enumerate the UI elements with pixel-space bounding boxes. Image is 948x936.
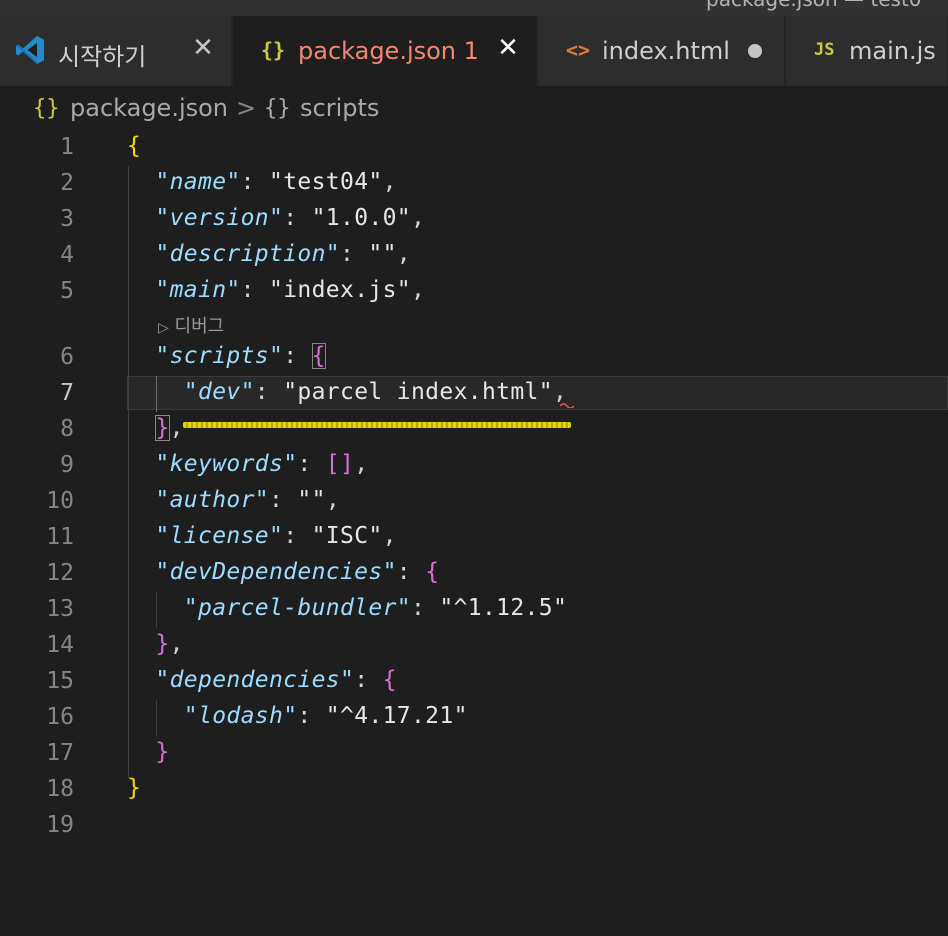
line-number: 8 bbox=[60, 416, 74, 442]
debug-codelens-label: 디버그 bbox=[174, 316, 225, 337]
line-number: 2 bbox=[60, 170, 74, 196]
line-number: 16 bbox=[46, 704, 74, 730]
object-braces-icon: {} bbox=[264, 96, 291, 121]
line-number: 1 bbox=[60, 134, 74, 160]
line-number: 9 bbox=[60, 452, 74, 478]
code-line-14: }, bbox=[155, 631, 184, 657]
tab-label-welcome: 시작하기 bbox=[58, 43, 147, 71]
line-number: 3 bbox=[60, 206, 74, 232]
editor-tab-bar: 시작하기 ✕ {} package.json 1 ✕ <> index.html… bbox=[0, 16, 948, 86]
tab-main-js[interactable]: JS main.js bbox=[786, 16, 948, 86]
code-line-13: "parcel-bundler": "^1.12.5" bbox=[183, 595, 568, 621]
json-braces-icon: {} bbox=[261, 38, 286, 62]
play-triangle-icon: ▷ bbox=[158, 320, 169, 336]
code-line-2: "name": "test04", bbox=[155, 169, 397, 195]
window-title: package.json — test0 bbox=[706, 0, 922, 11]
line-number: 4 bbox=[60, 242, 74, 268]
line-number: 17 bbox=[46, 740, 74, 766]
code-line-17: } bbox=[155, 739, 170, 765]
breadcrumb-separator: > bbox=[236, 94, 257, 122]
line-number: 11 bbox=[46, 524, 74, 550]
code-line-1: { bbox=[127, 133, 142, 159]
debug-codelens[interactable]: ▷ 디버그 bbox=[158, 312, 224, 338]
code-line-15: "dependencies": { bbox=[155, 667, 397, 693]
code-line-9: "keywords": [], bbox=[155, 451, 369, 477]
code-line-11: "license": "ISC", bbox=[155, 523, 397, 549]
json-braces-icon: {} bbox=[33, 96, 60, 121]
code-line-7: "dev": "parcel index.html", bbox=[183, 379, 568, 405]
tab-label-index-html: index.html bbox=[602, 37, 730, 65]
title-bar: package.json — test0 bbox=[0, 0, 948, 16]
tab-label-main-js: main.js bbox=[849, 37, 936, 65]
tab-package-json[interactable]: {} package.json 1 ✕ bbox=[233, 16, 537, 86]
line-number: 5 bbox=[60, 278, 74, 304]
close-icon[interactable]: ✕ bbox=[190, 35, 216, 61]
line-number: 13 bbox=[46, 596, 74, 622]
close-icon[interactable]: ✕ bbox=[495, 35, 521, 61]
code-line-18: } bbox=[127, 775, 142, 801]
code-editor[interactable]: 1 2 3 4 5 6 7 8 9 10 11 12 13 14 15 16 1… bbox=[0, 130, 948, 936]
line-number: 6 bbox=[60, 344, 74, 370]
line-number: 15 bbox=[46, 668, 74, 694]
code-line-3: "version": "1.0.0", bbox=[155, 205, 426, 231]
js-icon: JS bbox=[814, 40, 835, 60]
line-number: 7 bbox=[60, 380, 74, 406]
code-line-8: }, bbox=[155, 415, 184, 441]
tab-welcome[interactable]: 시작하기 ✕ bbox=[0, 16, 232, 86]
line-number: 18 bbox=[46, 776, 74, 802]
code-line-4: "description": "", bbox=[155, 241, 411, 267]
error-squiggle bbox=[560, 403, 574, 408]
code-line-6: "scripts": { bbox=[155, 343, 326, 369]
line-number: 14 bbox=[46, 632, 74, 658]
line-number: 12 bbox=[46, 560, 74, 586]
line-number: 10 bbox=[46, 488, 74, 514]
vscode-logo-icon bbox=[14, 34, 46, 70]
highlight-mark bbox=[183, 422, 571, 428]
code-line-5: "main": "index.js", bbox=[155, 277, 426, 303]
html-brackets-icon: <> bbox=[566, 38, 591, 62]
code-line-16: "lodash": "^4.17.21" bbox=[183, 703, 468, 729]
tab-label-package-json: package.json 1 bbox=[298, 37, 479, 65]
line-number: 19 bbox=[46, 812, 74, 838]
breadcrumb: {} package.json > {} scripts bbox=[0, 86, 948, 132]
tab-index-html[interactable]: <> index.html bbox=[538, 16, 785, 86]
code-line-12: "devDependencies": { bbox=[155, 559, 440, 585]
breadcrumb-section[interactable]: scripts bbox=[300, 94, 379, 122]
unsaved-dot-icon[interactable] bbox=[748, 44, 762, 58]
code-line-10: "author": "", bbox=[155, 487, 341, 513]
breadcrumb-file[interactable]: package.json bbox=[70, 94, 228, 122]
